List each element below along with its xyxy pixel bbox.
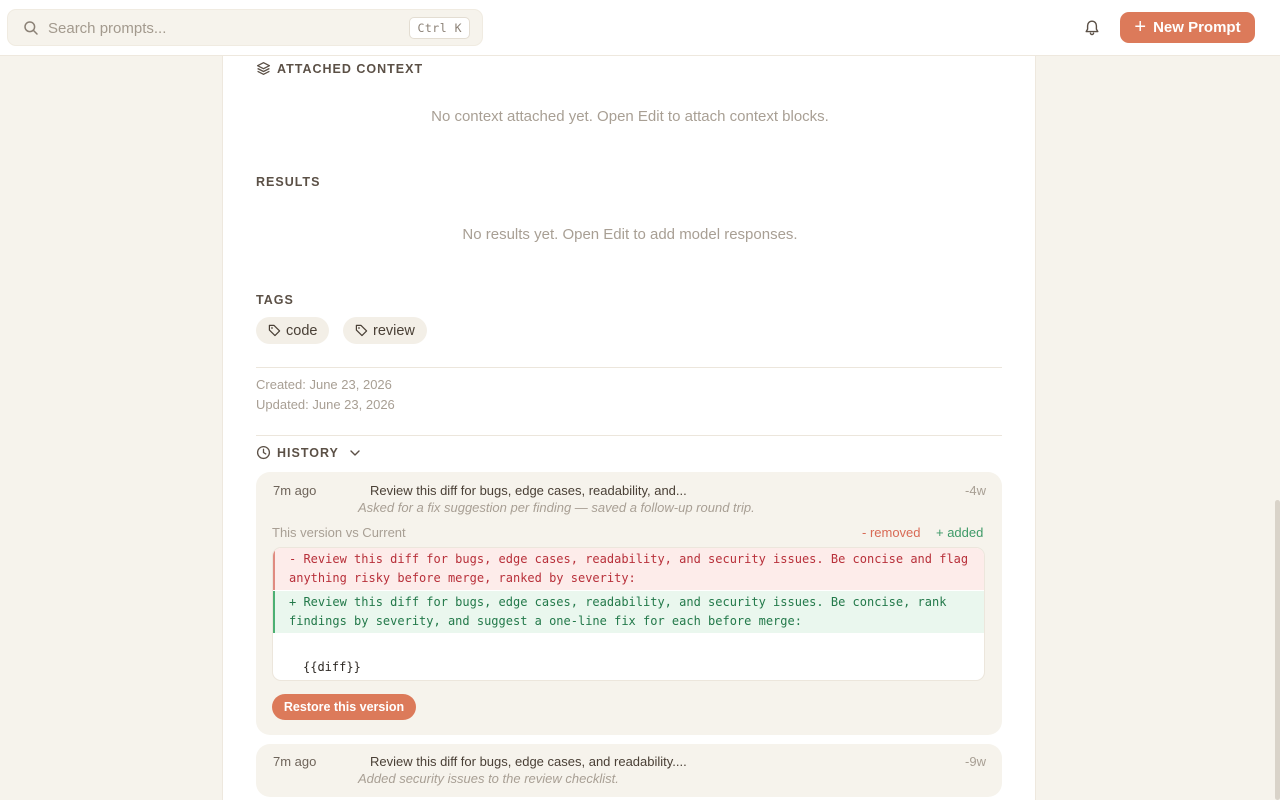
search-input[interactable]: [48, 16, 408, 40]
attached-context-heading: ATTACHED CONTEXT: [256, 61, 423, 76]
chevron-down-icon: [350, 449, 360, 456]
tag-chip-code[interactable]: code: [256, 317, 330, 344]
tag-icon: [355, 324, 368, 337]
history-entry[interactable]: 7m ago Review this diff for bugs, edge c…: [256, 744, 1002, 797]
tag-label: review: [373, 322, 415, 339]
diff-removed-lines: - Review this diff for bugs, edge cases,…: [273, 548, 984, 590]
clock-icon: [256, 445, 271, 460]
history-note: Asked for a fix suggestion per finding —…: [358, 500, 755, 515]
layers-icon: [256, 62, 271, 75]
diff-added-lines: + Review this diff for bugs, edge cases,…: [273, 591, 984, 633]
new-prompt-label: New Prompt: [1153, 19, 1241, 36]
tag-icon: [268, 324, 281, 337]
search-bar[interactable]: Ctrl K: [7, 9, 483, 46]
history-entry[interactable]: 7m ago Review this diff for bugs, edge c…: [256, 472, 1002, 735]
search-icon: [24, 21, 38, 35]
history-word-delta: -4w: [965, 483, 986, 498]
tag-chip-review[interactable]: review: [343, 317, 427, 344]
history-note: Added security issues to the review chec…: [358, 771, 619, 786]
prompt-detail-panel: ATTACHED CONTEXT No context attached yet…: [222, 56, 1036, 800]
tags-heading: TAGS: [256, 293, 294, 307]
tags-label: TAGS: [256, 293, 294, 307]
history-label: HISTORY: [277, 445, 339, 460]
bell-icon[interactable]: [1084, 19, 1100, 37]
divider: [256, 435, 1002, 436]
tag-label: code: [286, 322, 318, 339]
results-label: RESULTS: [256, 175, 321, 189]
attached-context-empty: No context attached yet. Open Edit to at…: [431, 108, 829, 125]
new-prompt-button[interactable]: + New Prompt: [1120, 12, 1255, 43]
scrollbar[interactable]: [1275, 500, 1280, 800]
restore-version-button[interactable]: Restore this version: [272, 694, 416, 720]
history-time: 7m ago: [273, 483, 317, 498]
keyboard-shortcut-badge: Ctrl K: [409, 17, 470, 39]
history-toggle[interactable]: HISTORY: [256, 445, 362, 460]
plus-icon: +: [1134, 15, 1147, 38]
history-summary: Review this diff for bugs, edge cases, a…: [370, 754, 687, 769]
updated-date: Updated: June 23, 2026: [256, 397, 395, 412]
diff-view: - Review this diff for bugs, edge cases,…: [272, 547, 985, 681]
results-empty: No results yet. Open Edit to add model r…: [462, 226, 798, 243]
history-summary: Review this diff for bugs, edge cases, r…: [370, 483, 687, 498]
top-bar: Ctrl K + New Prompt: [0, 0, 1280, 56]
compare-label: This version vs Current: [272, 525, 406, 540]
diff-context-line: {{diff}}: [303, 660, 361, 674]
legend-added: + added: [936, 525, 984, 540]
history-time: 7m ago: [273, 754, 317, 769]
attached-context-label: ATTACHED CONTEXT: [277, 61, 424, 76]
divider: [256, 367, 1002, 368]
results-heading: RESULTS: [256, 175, 320, 189]
history-word-delta: -9w: [965, 754, 986, 769]
created-date: Created: June 23, 2026: [256, 377, 392, 392]
legend-removed: - removed: [862, 525, 921, 540]
